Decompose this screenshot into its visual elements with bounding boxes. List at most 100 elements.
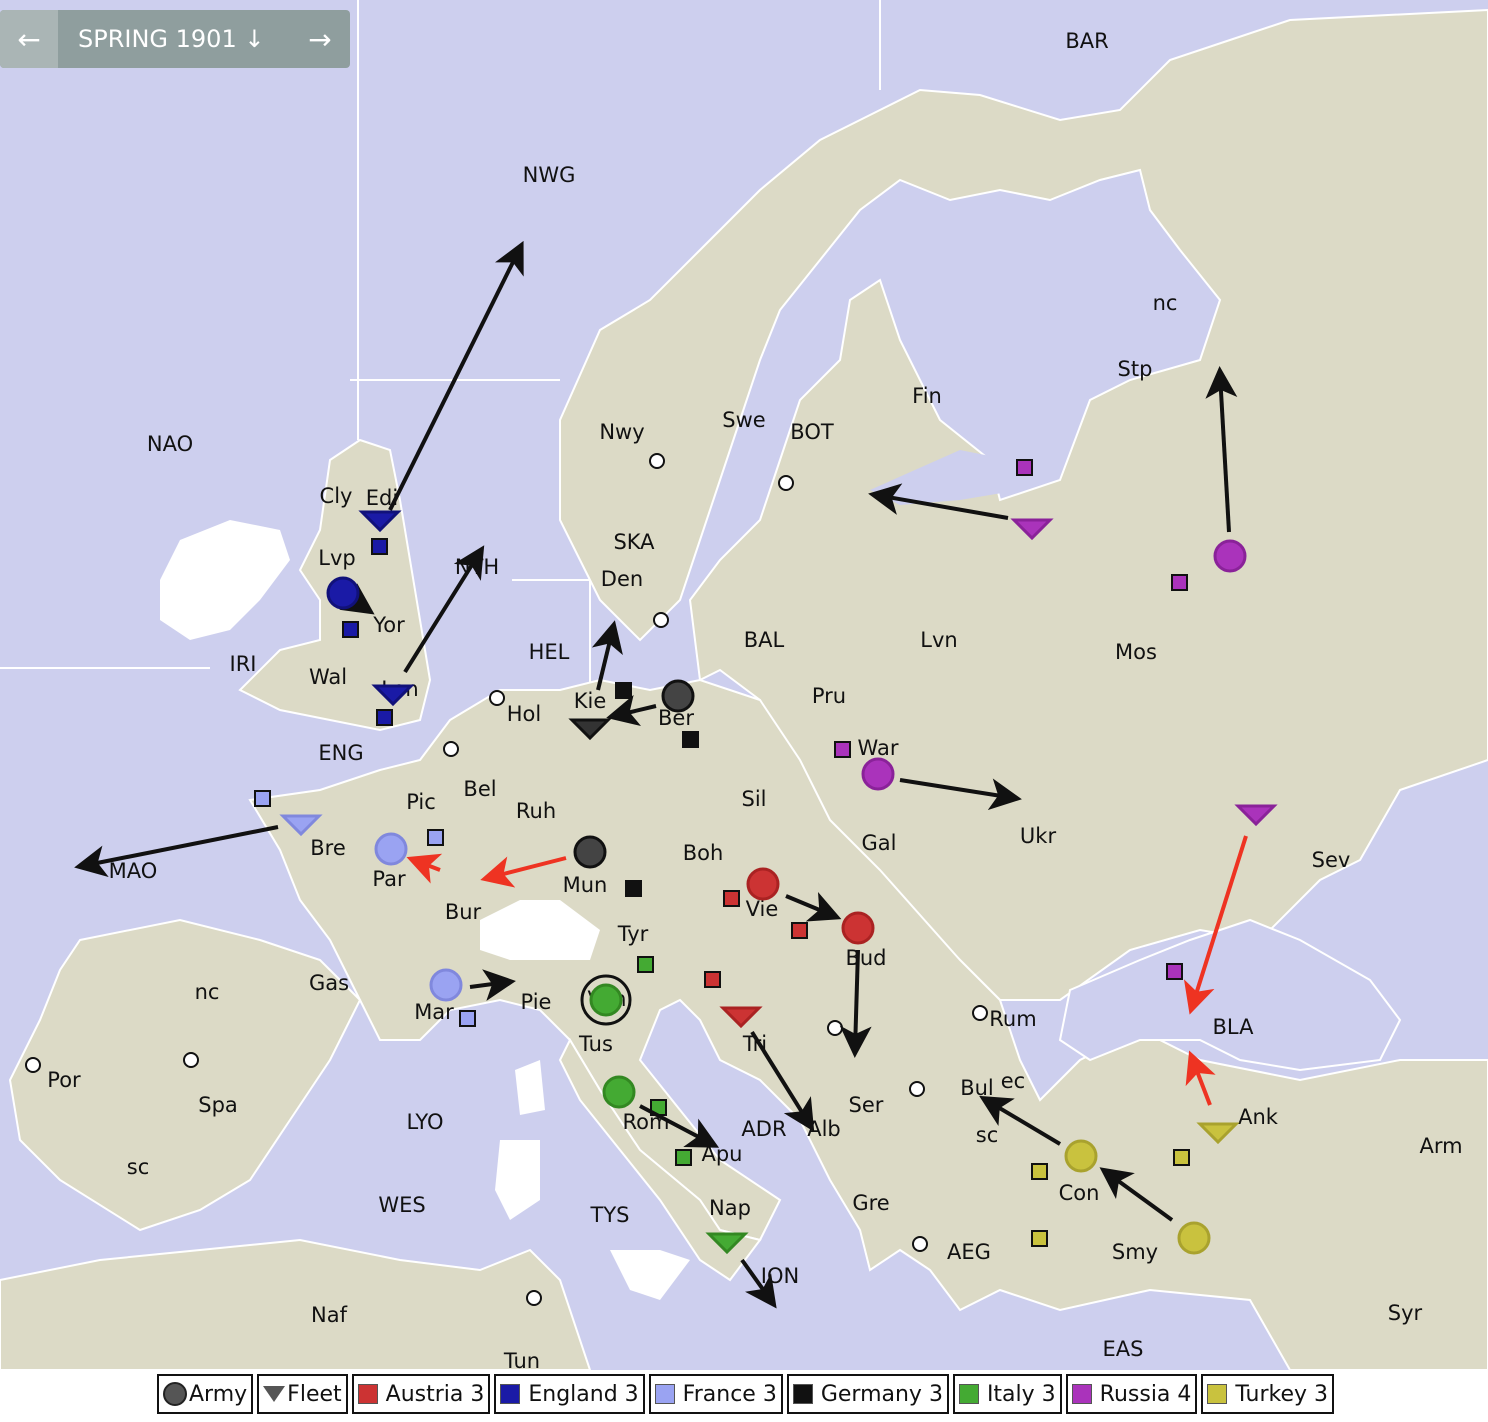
province-label: Stp <box>1118 357 1153 381</box>
province-label: Bud <box>845 946 886 970</box>
province-label: ec <box>1001 1069 1025 1093</box>
russia-army-war[interactable] <box>861 757 895 791</box>
supply-center-war <box>834 741 851 758</box>
province-label: Ank <box>1238 1105 1279 1129</box>
fleet-icon <box>263 1386 286 1402</box>
supply-center-por <box>25 1057 41 1073</box>
province-label: BLA <box>1213 1015 1255 1039</box>
legend-italy: Italy 3 <box>952 1374 1062 1414</box>
legend-italy-label: Italy 3 <box>986 1381 1056 1407</box>
province-label: Bel <box>463 777 496 801</box>
province-label: Bul <box>960 1076 994 1100</box>
province-label: EAS <box>1103 1337 1144 1361</box>
supply-center-kie <box>615 682 632 699</box>
supply-center-tun <box>526 1290 542 1306</box>
italy-army-rom[interactable] <box>602 1075 636 1109</box>
supply-center-lon <box>376 709 393 726</box>
austria-army-bud[interactable] <box>841 911 875 945</box>
supply-center-ven <box>637 956 654 973</box>
legend-france-label: France 3 <box>682 1381 777 1407</box>
province-label: Nap <box>709 1196 751 1220</box>
supply-center-stp <box>1016 459 1033 476</box>
season-label: SPRING 1901 <box>78 25 237 53</box>
province-label: Naf <box>311 1303 348 1327</box>
turkey-army-smy[interactable] <box>1177 1221 1211 1255</box>
austria-army-vie[interactable] <box>746 867 780 901</box>
supply-center-par <box>427 829 444 846</box>
legend-germany: Germany 3 <box>786 1374 949 1414</box>
province-label: Mos <box>1115 640 1157 664</box>
supply-center-mar <box>459 1010 476 1027</box>
legend-fleet: Fleet <box>257 1374 348 1414</box>
province-label: Swe <box>722 408 765 432</box>
turkey-swatch <box>1207 1384 1228 1404</box>
supply-center-den <box>653 612 669 628</box>
legend-army-label: Army <box>189 1381 248 1407</box>
france-army-mar[interactable] <box>429 968 463 1002</box>
province-label: Fin <box>912 384 942 408</box>
supply-center-swe <box>778 475 794 491</box>
province-label: Tun <box>503 1349 540 1370</box>
province-label: Apu <box>701 1142 742 1166</box>
province-label: TYS <box>590 1203 630 1227</box>
province-label: nc <box>195 980 220 1004</box>
arrow-down-icon: ↓ <box>244 25 265 53</box>
province-label: Gre <box>852 1191 889 1215</box>
province-label: Par <box>372 867 406 891</box>
province-label: Por <box>47 1068 81 1092</box>
province-label: BAL <box>744 628 785 652</box>
germany-army-mun[interactable] <box>573 835 607 869</box>
province-label: War <box>858 736 899 760</box>
province-label: HEL <box>529 640 570 664</box>
supply-center-ank <box>1173 1149 1190 1166</box>
province-label: Boh <box>683 841 724 865</box>
season-selector[interactable]: SPRING 1901 ↓ <box>58 25 290 53</box>
province-label: Sev <box>1312 848 1351 872</box>
legend-turkey-label: Turkey 3 <box>1235 1381 1328 1407</box>
province-label: Gas <box>309 971 349 995</box>
province-label: WES <box>378 1193 425 1217</box>
turkey-army-con[interactable] <box>1064 1139 1098 1173</box>
supply-center-tri <box>704 971 721 988</box>
province-label: Bre <box>310 836 346 860</box>
austria-swatch <box>357 1384 378 1404</box>
supply-center-mos <box>1171 574 1188 591</box>
legend-turkey: Turkey 3 <box>1201 1374 1334 1414</box>
legend-fleet-label: Fleet <box>287 1381 342 1407</box>
supply-center-smy <box>1031 1230 1048 1247</box>
legend-russia: Russia 4 <box>1065 1374 1198 1414</box>
province-label: Lvp <box>318 546 355 570</box>
province-label: SKA <box>613 530 655 554</box>
england-army-lvp[interactable] <box>326 576 360 610</box>
legend: Army Fleet Austria 3 England 3 France 3 … <box>157 1374 1334 1414</box>
province-label: Cly <box>320 484 353 508</box>
arrow-right-icon[interactable]: → <box>290 10 350 68</box>
supply-center-rum <box>972 1005 988 1021</box>
supply-center-bel <box>443 741 459 757</box>
france-swatch <box>654 1384 675 1404</box>
province-label: Arm <box>1419 1134 1462 1158</box>
season-navigator: ← SPRING 1901 ↓ → <box>0 10 350 68</box>
russia-army-mos[interactable] <box>1213 539 1247 573</box>
army-icon <box>163 1382 187 1406</box>
supply-center-ser <box>827 1020 843 1036</box>
italy-army-ven[interactable] <box>589 983 623 1017</box>
arrow-left-icon[interactable]: ← <box>0 10 58 68</box>
province-label: Alb <box>807 1117 841 1141</box>
germany-army-ber[interactable] <box>661 679 695 713</box>
legend-russia-label: Russia 4 <box>1099 1381 1192 1407</box>
province-label: Vie <box>746 897 779 921</box>
france-army-par[interactable] <box>374 832 408 866</box>
province-label: NAO <box>147 432 193 456</box>
land-corsica <box>515 1060 545 1115</box>
province-label: Mar <box>414 1000 454 1024</box>
province-label: Nwy <box>599 420 644 444</box>
province-label: ENG <box>318 741 363 765</box>
province-label: BOT <box>790 420 834 444</box>
province-label: Ukr <box>1020 824 1057 848</box>
province-label: Tus <box>578 1032 613 1056</box>
supply-center-edi <box>371 538 388 555</box>
province-label: Rum <box>989 1007 1036 1031</box>
province-label: Bur <box>445 900 482 924</box>
legend-germany-label: Germany 3 <box>820 1381 943 1407</box>
